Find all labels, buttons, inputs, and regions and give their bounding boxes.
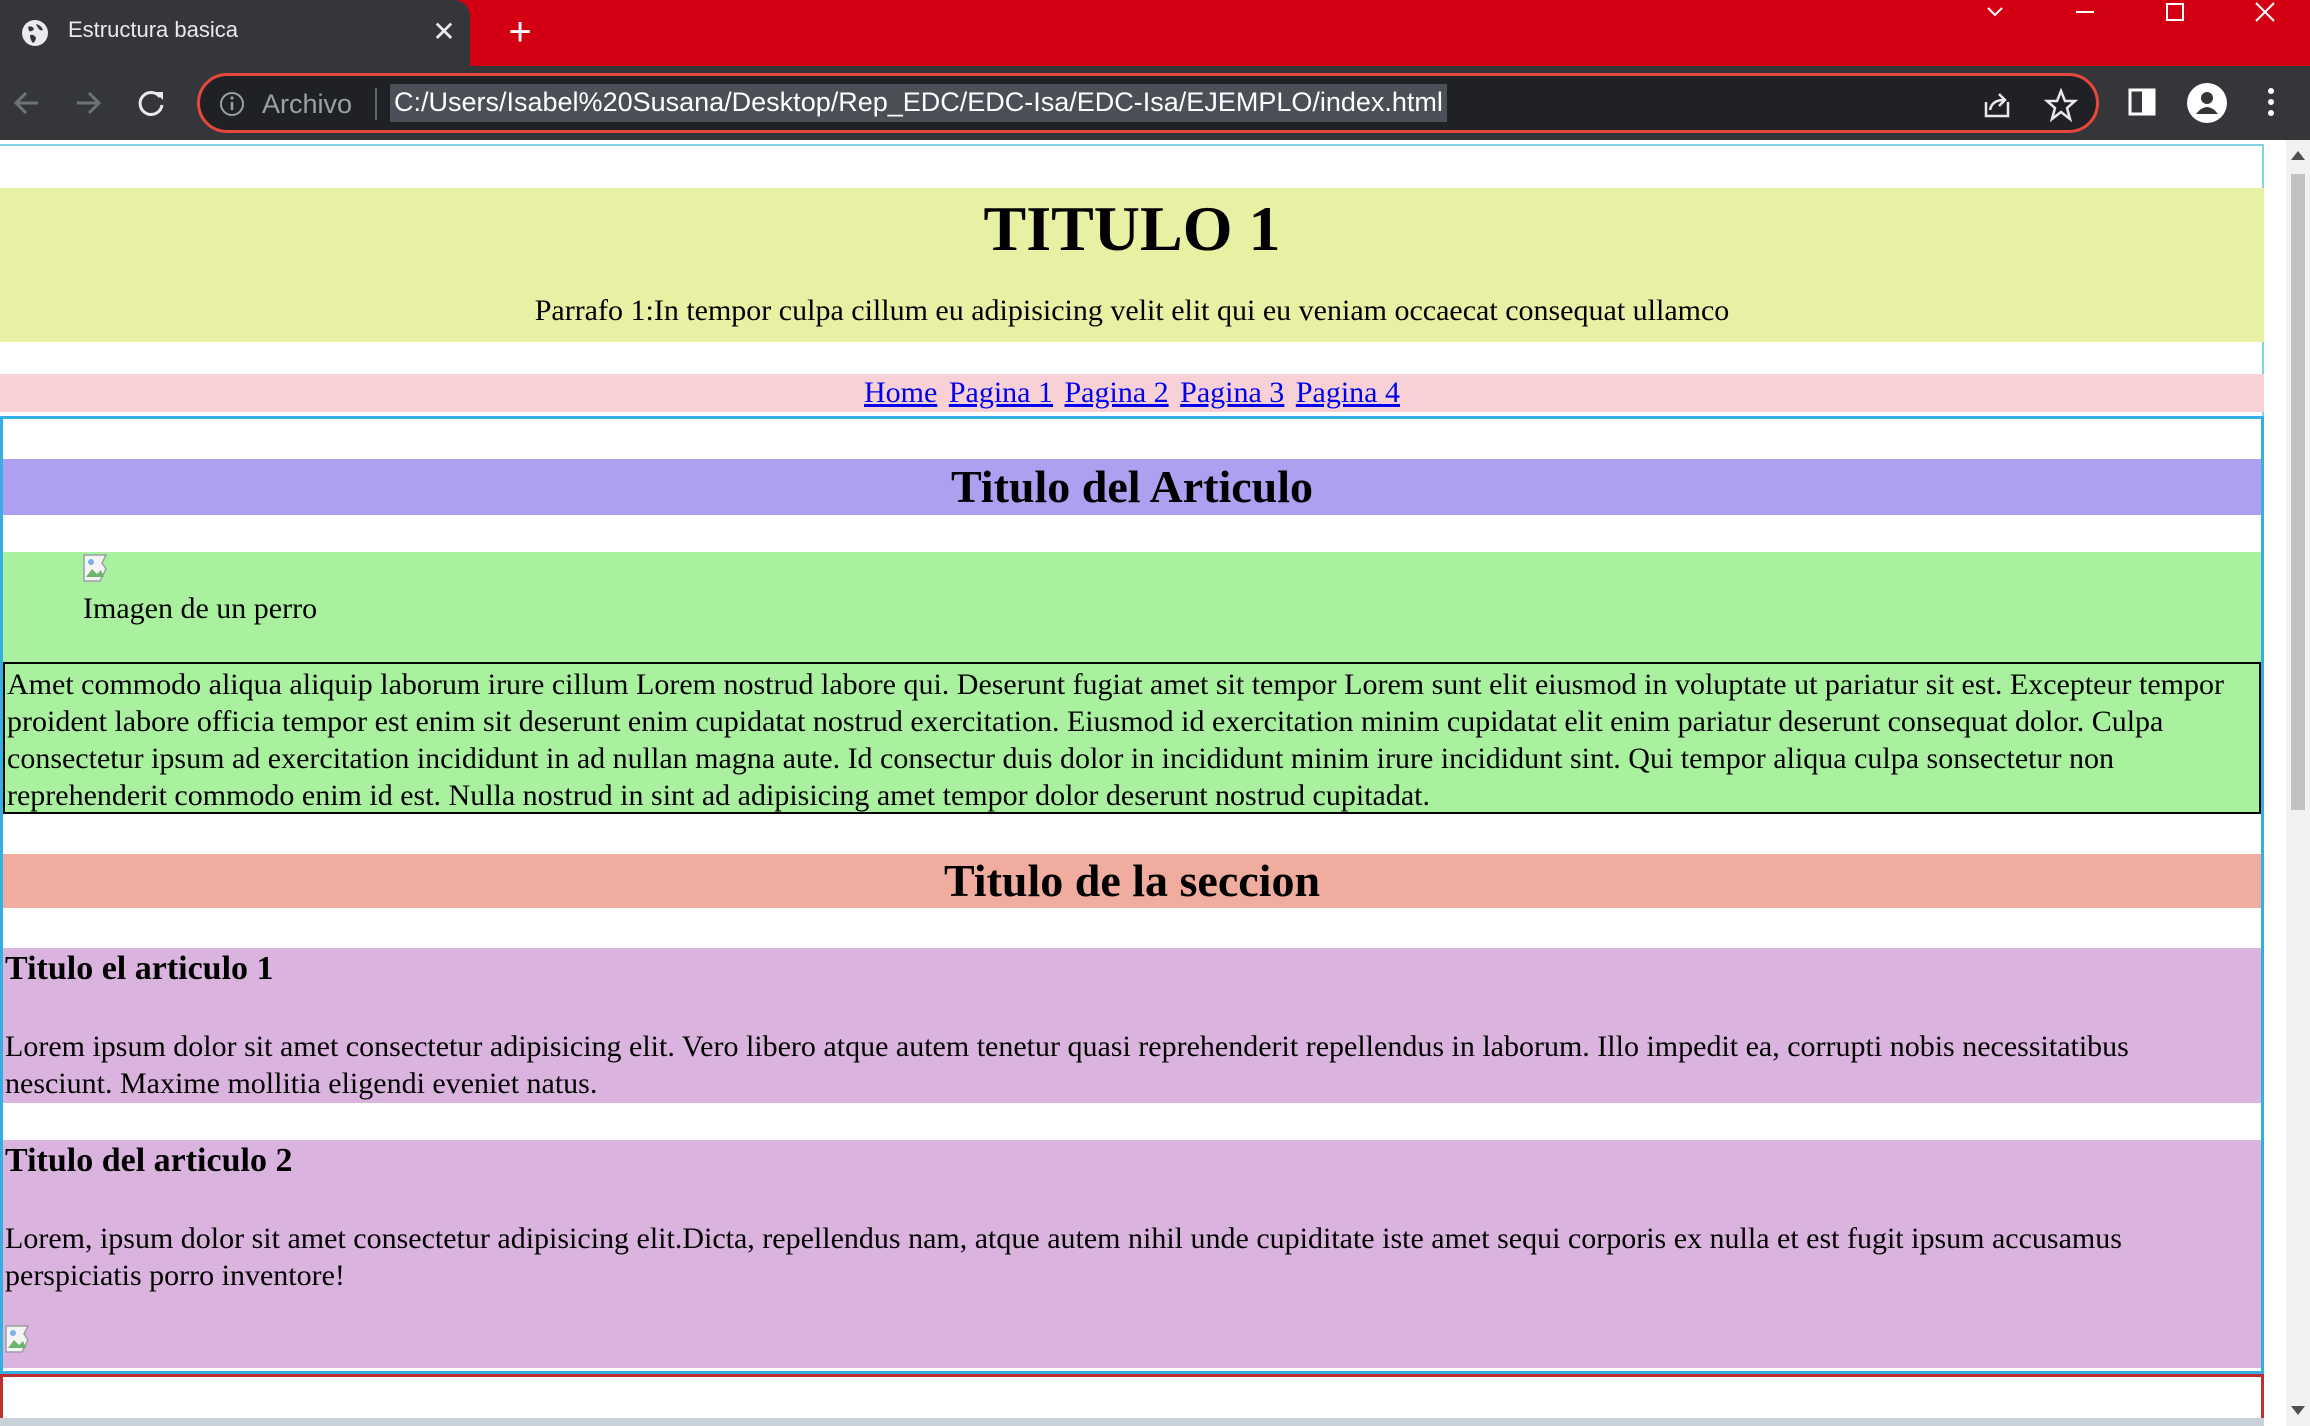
broken-image-icon (83, 554, 108, 582)
close-tab-icon[interactable]: ✕ (426, 14, 462, 50)
section-article-1-title: Titulo el articulo 1 (5, 950, 274, 987)
new-tab-button[interactable]: + (498, 12, 542, 56)
share-icon[interactable] (1980, 88, 2014, 122)
footer-strip (0, 1418, 2264, 1426)
side-panel-icon[interactable] (2126, 86, 2158, 118)
figure-caption: Imagen de un perro (83, 592, 318, 625)
tab-strip: Estructura basica ✕ + (0, 0, 2310, 66)
broken-image-icon (5, 1325, 30, 1353)
article-paragraph: Amet commodo aliqua aliquip laborum irur… (3, 662, 2261, 814)
omnibox-divider (375, 88, 377, 120)
page-viewport: TITULO 1 Parrafo 1:In tempor culpa cillu… (0, 140, 2286, 1426)
kebab-menu-icon[interactable] (2256, 84, 2286, 120)
page-header: TITULO 1 Parrafo 1:In tempor culpa cillu… (0, 188, 2264, 342)
maximize-icon[interactable] (2130, 0, 2220, 30)
url-text[interactable]: C:/Users/Isabel%20Susana/Desktop/Rep_EDC… (390, 84, 1447, 122)
main-content: Titulo del Articulo Imagen de un perro A… (0, 416, 2264, 1374)
back-arrow-icon[interactable] (4, 80, 50, 126)
forward-arrow-icon[interactable] (65, 80, 111, 126)
tab-title: Estructura basica (68, 17, 238, 42)
nav-link-home[interactable]: Home (864, 376, 937, 409)
minimize-icon[interactable] (2040, 0, 2130, 30)
article-title: Titulo del Articulo (3, 459, 2261, 515)
scroll-up-arrow-icon[interactable] (2286, 144, 2310, 168)
reload-icon[interactable] (128, 80, 174, 126)
browser-tab[interactable]: Estructura basica ✕ (0, 0, 470, 66)
site-info-label[interactable]: Archivo (262, 89, 352, 120)
intro-paragraph: Parrafo 1:In tempor culpa cillum eu adip… (534, 294, 1730, 327)
section-article-2-text: Lorem, ipsum dolor sit amet consectetur … (5, 1222, 2122, 1292)
section-article-1-text: Lorem ipsum dolor sit amet consectetur a… (5, 1030, 2129, 1100)
nav-link-pagina-1[interactable]: Pagina 1 (949, 376, 1053, 409)
nav-link-pagina-2[interactable]: Pagina 2 (1065, 376, 1169, 409)
globe-icon (22, 20, 48, 46)
tab-search-icon[interactable] (1950, 0, 2040, 30)
section-article-1: Titulo el articulo 1 Lorem ipsum dolor s… (3, 948, 2261, 1103)
scrollbar-thumb[interactable] (2291, 174, 2305, 810)
section-title: Titulo de la seccion (3, 854, 2261, 908)
address-bar[interactable]: Archivo C:/Users/Isabel%20Susana/Desktop… (197, 73, 2099, 133)
section-article-2-title: Titulo del articulo 2 (5, 1142, 293, 1179)
nav-link-pagina-4[interactable]: Pagina 4 (1296, 376, 1400, 409)
article-figure: Imagen de un perro (3, 552, 2261, 662)
profile-avatar-icon[interactable] (2186, 82, 2228, 124)
page-title: TITULO 1 (983, 193, 1281, 264)
vertical-scrollbar[interactable] (2286, 140, 2310, 1426)
info-icon[interactable] (218, 90, 246, 118)
scroll-down-arrow-icon[interactable] (2286, 1398, 2310, 1422)
section-article-2: Titulo del articulo 2 Lorem, ipsum dolor… (3, 1140, 2261, 1368)
close-window-icon[interactable] (2220, 0, 2310, 30)
nav-link-pagina-3[interactable]: Pagina 3 (1180, 376, 1284, 409)
bookmark-star-icon[interactable] (2044, 88, 2078, 122)
browser-toolbar: Archivo C:/Users/Isabel%20Susana/Desktop… (0, 66, 2310, 140)
nav-bar: Home Pagina 1 Pagina 2 Pagina 3 Pagina 4 (0, 374, 2264, 412)
